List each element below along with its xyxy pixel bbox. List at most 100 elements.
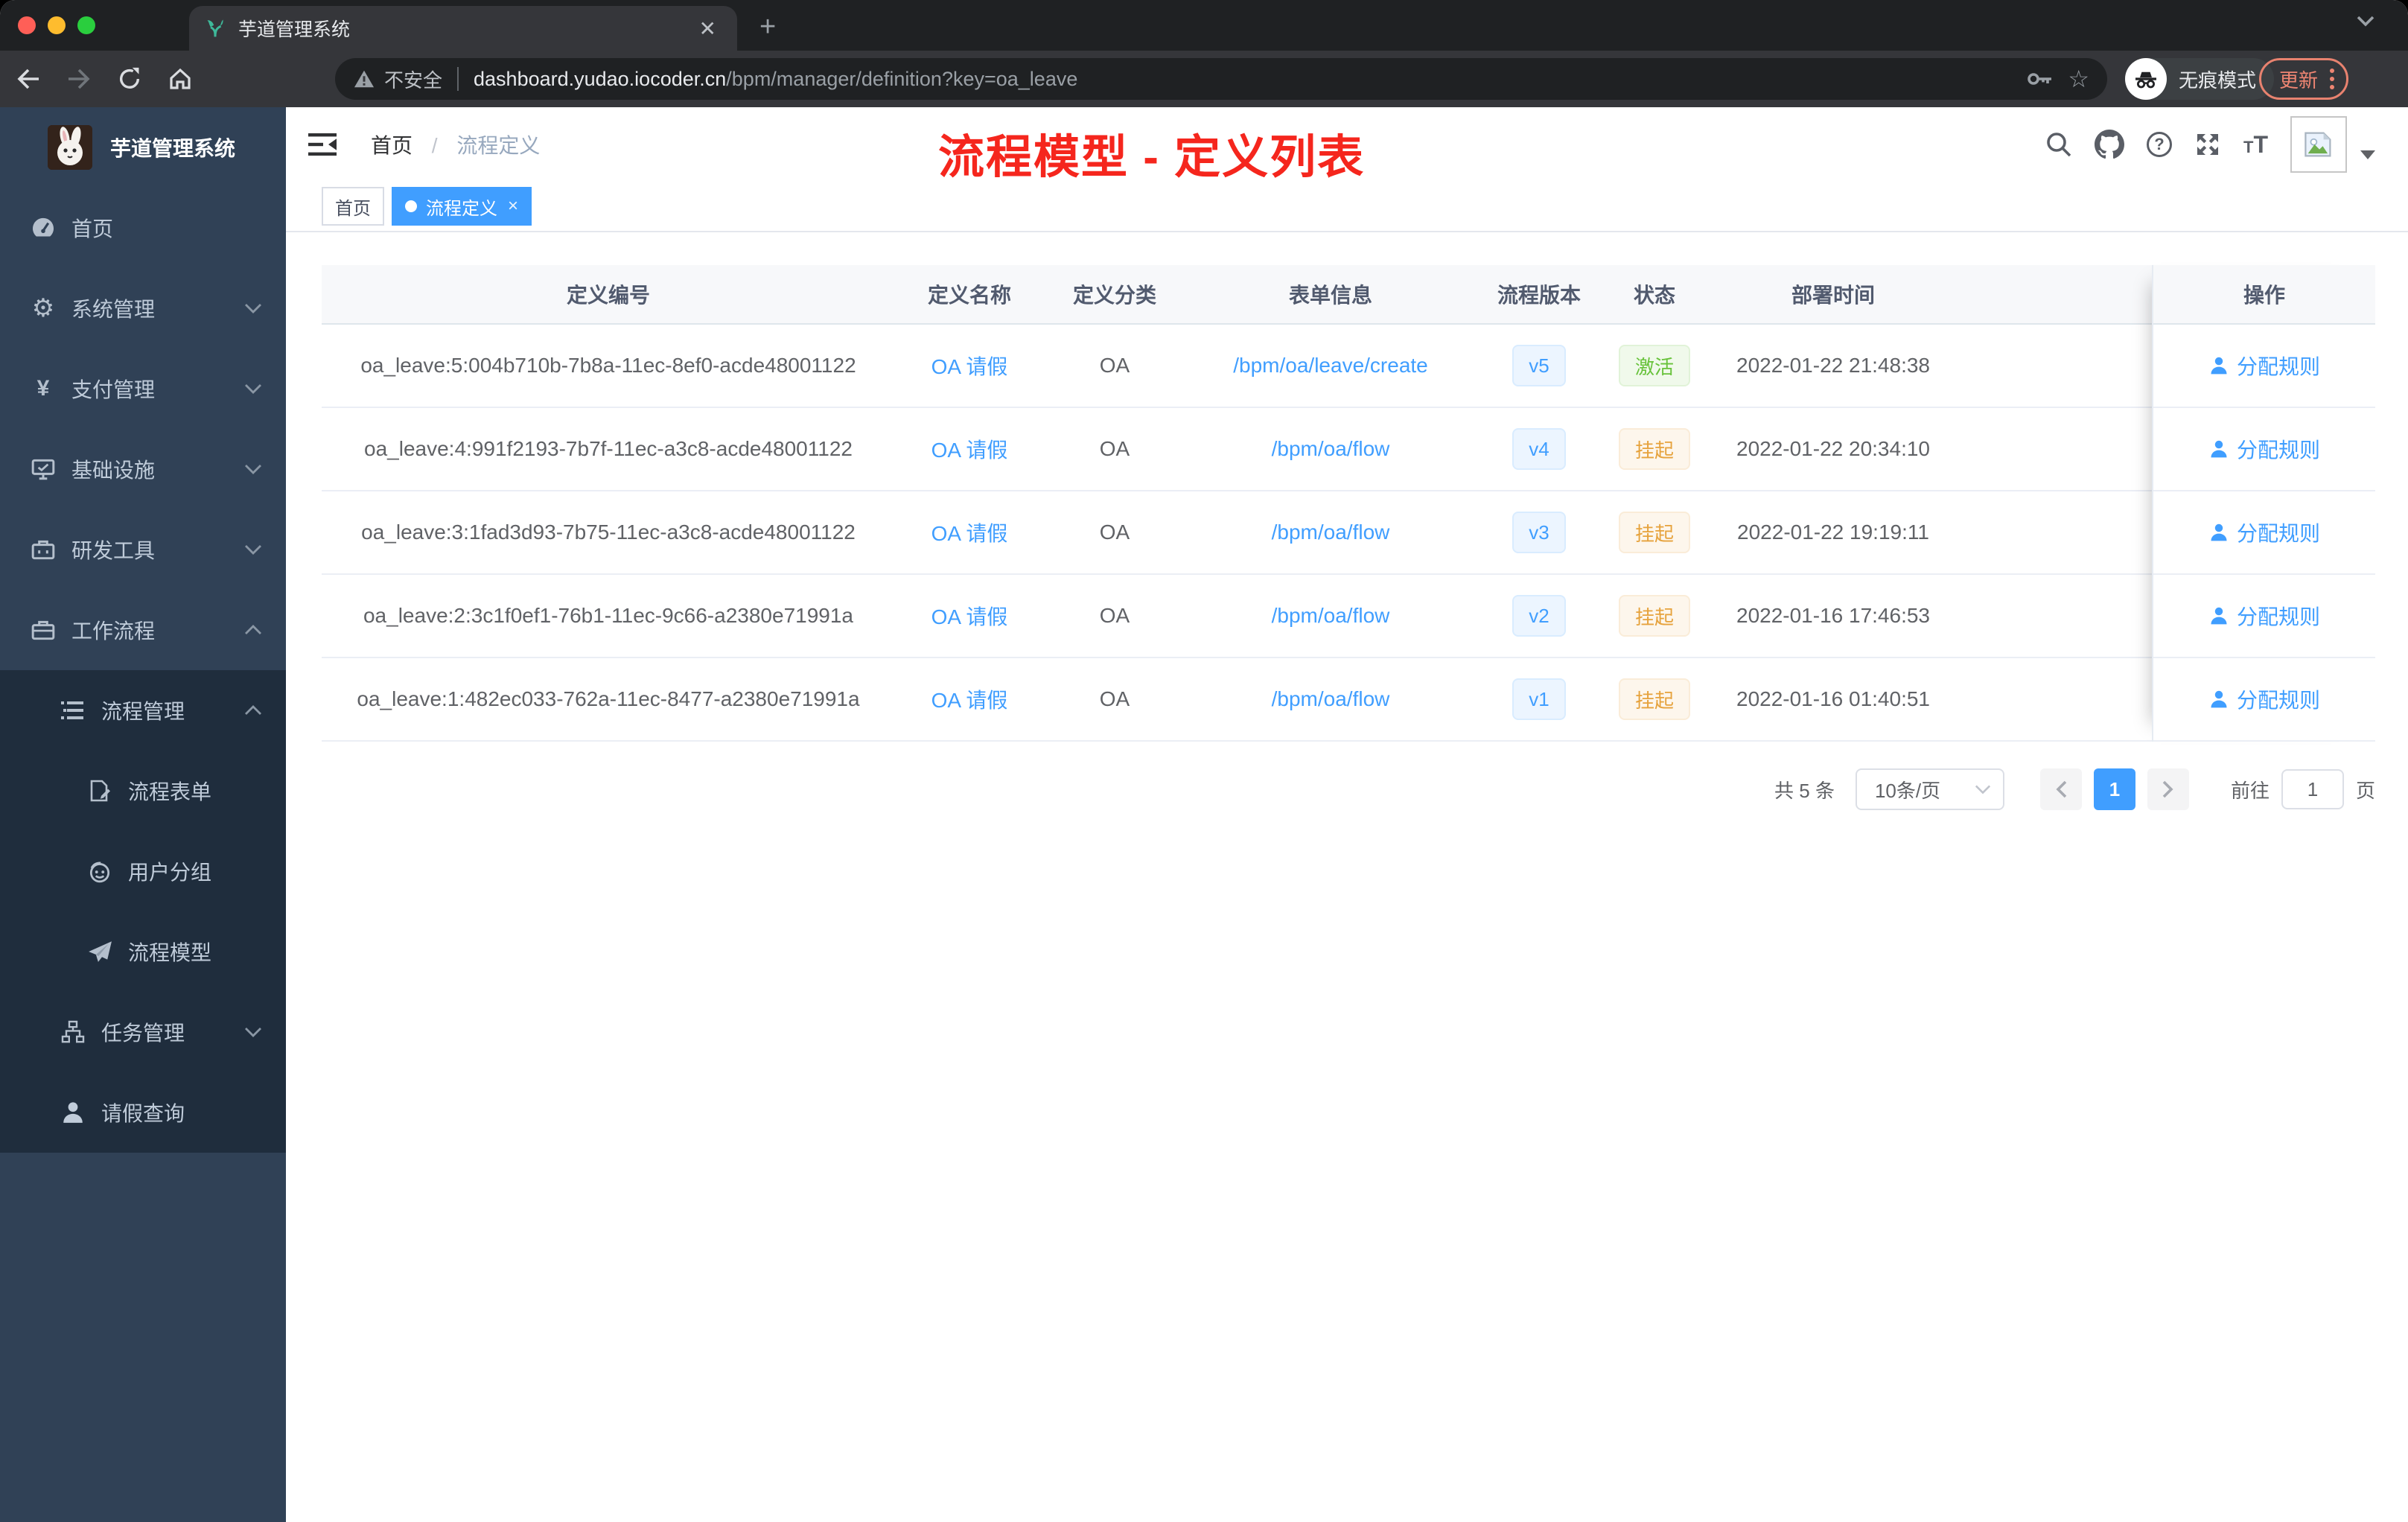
tag-close-icon[interactable]: × xyxy=(508,196,518,217)
assign-rule-button[interactable]: 分配规则 xyxy=(2208,601,2320,631)
page-size-select[interactable]: 10条/页 xyxy=(1855,768,2004,810)
form-link[interactable]: /bpm/oa/flow xyxy=(1272,687,1390,711)
gear-icon: ⚙ xyxy=(31,294,55,322)
col-header-id: 定义编号 xyxy=(566,284,650,307)
active-dot xyxy=(405,200,417,212)
definition-id: oa_leave:1:482ec033-762a-11ec-8477-a2380… xyxy=(357,687,860,710)
zoom-window-button[interactable] xyxy=(77,16,95,34)
sidebar-item-leave-query[interactable]: 请假查询 xyxy=(0,1072,286,1153)
assign-rule-button[interactable]: 分配规则 xyxy=(2208,434,2320,464)
sidebar-item-payment[interactable]: ¥ 支付管理 xyxy=(0,348,286,429)
sidebar-item-infrastructure[interactable]: 基础设施 xyxy=(0,429,286,509)
form-link[interactable]: /bpm/oa/flow xyxy=(1272,520,1390,544)
browser-toolbar: 不安全 dashboard.yudao.iocoder.cn/bpm/manag… xyxy=(0,51,2408,107)
form-link[interactable]: /bpm/oa/leave/create xyxy=(1233,354,1428,378)
prev-page-button[interactable] xyxy=(2039,768,2082,810)
tab-search-chevron-icon[interactable] xyxy=(2356,15,2375,27)
home-icon[interactable] xyxy=(158,57,203,101)
fullscreen-icon[interactable] xyxy=(2194,131,2221,158)
new-tab-button[interactable]: + xyxy=(759,12,776,42)
assign-rule-label: 分配规则 xyxy=(2236,605,2320,628)
next-page-button[interactable] xyxy=(2147,768,2189,810)
browser-update-button[interactable]: 更新 xyxy=(2259,58,2349,100)
update-label: 更新 xyxy=(2279,69,2319,92)
incognito-badge: 无痕模式 xyxy=(2125,58,2275,100)
url-bar[interactable]: 不安全 dashboard.yudao.iocoder.cn/bpm/manag… xyxy=(335,58,2107,100)
definition-name-link[interactable]: OA 请假 xyxy=(931,518,1008,547)
version-badge: v4 xyxy=(1512,428,1566,470)
assign-rule-button[interactable]: 分配规则 xyxy=(2208,684,2320,714)
definition-name-link[interactable]: OA 请假 xyxy=(931,601,1008,631)
version-badge: v2 xyxy=(1512,595,1566,637)
help-icon[interactable]: ? xyxy=(2147,132,2172,157)
browser-tab[interactable]: 芋道管理系统 ✕ xyxy=(189,6,737,51)
github-icon[interactable] xyxy=(2095,130,2124,159)
font-size-icon[interactable]: TT xyxy=(2243,131,2268,159)
assign-rule-button[interactable]: 分配规则 xyxy=(2208,351,2320,380)
user-icon xyxy=(2211,523,2227,541)
assign-rule-label: 分配规则 xyxy=(2236,355,2320,378)
key-icon[interactable] xyxy=(2026,70,2053,88)
chevron-down-icon xyxy=(244,383,262,394)
table-row: oa_leave:5:004b710b-7b8a-11ec-8ef0-acde4… xyxy=(322,325,2152,408)
page-number-button[interactable]: 1 xyxy=(2093,768,2135,810)
back-icon[interactable] xyxy=(6,57,51,101)
user-icon xyxy=(2211,440,2227,458)
sidebar-item-task-management[interactable]: 任务管理 xyxy=(0,992,286,1072)
tag-home[interactable]: 首页 xyxy=(322,187,384,226)
sidebar-item-user-group[interactable]: 用户分组 xyxy=(0,831,286,911)
app-logo[interactable]: 芋道管理系统 xyxy=(0,107,286,188)
window-controls xyxy=(18,16,95,34)
sidebar-item-process-management[interactable]: 流程管理 xyxy=(0,670,286,751)
bookmark-star-icon[interactable]: ☆ xyxy=(2068,65,2089,93)
assign-rule-button[interactable]: 分配规则 xyxy=(2208,518,2320,547)
user-icon xyxy=(2211,607,2227,625)
breadcrumb-home[interactable]: 首页 xyxy=(371,134,413,157)
sidebar-item-process-model[interactable]: 流程模型 xyxy=(0,911,286,992)
security-label[interactable]: 不安全 xyxy=(384,66,442,93)
table-header-row: 定义编号 定义名称 定义分类 表单信息 流程版本 状态 部署时间 xyxy=(322,265,2152,325)
list-icon xyxy=(60,700,86,721)
table-row: oa_leave:2:3c1f0ef1-76b1-11ec-9c66-a2380… xyxy=(322,575,2152,658)
chevron-up-icon xyxy=(244,705,262,716)
tag-process-definition[interactable]: 流程定义 × xyxy=(392,187,532,226)
sidebar-item-system[interactable]: ⚙ 系统管理 xyxy=(0,268,286,348)
page-unit-label: 页 xyxy=(2355,779,2375,802)
forward-icon[interactable] xyxy=(57,57,101,101)
form-link[interactable]: /bpm/oa/flow xyxy=(1272,437,1390,461)
definition-name-link[interactable]: OA 请假 xyxy=(931,351,1008,380)
sidebar-item-label: 支付管理 xyxy=(71,378,156,401)
fixed-action-column: 操作 分配规则 分配规则 分配规则 分配规则 分配规则 xyxy=(2152,265,2375,742)
reload-icon[interactable] xyxy=(107,57,152,101)
minimize-window-button[interactable] xyxy=(48,16,66,34)
sidebar-item-label: 首页 xyxy=(71,217,114,241)
goto-label: 前往 xyxy=(2230,779,2270,802)
sidebar-item-label: 系统管理 xyxy=(71,298,156,321)
version-badge: v1 xyxy=(1512,678,1566,720)
chevron-up-icon xyxy=(244,625,262,635)
briefcase-icon xyxy=(30,617,57,643)
goto-page-input[interactable] xyxy=(2281,769,2344,809)
form-link[interactable]: /bpm/oa/flow xyxy=(1272,604,1390,628)
tab-close-icon[interactable]: ✕ xyxy=(693,16,722,41)
sidebar-item-process-form[interactable]: 流程表单 xyxy=(0,751,286,831)
url-text[interactable]: dashboard.yudao.iocoder.cn/bpm/manager/d… xyxy=(474,68,2011,91)
url-path: /bpm/manager/definition?key=oa_leave xyxy=(726,67,1078,90)
avatar[interactable] xyxy=(2290,116,2347,173)
definition-name-link[interactable]: OA 请假 xyxy=(931,434,1008,464)
status-badge: 激活 xyxy=(1618,345,1690,386)
close-window-button[interactable] xyxy=(18,16,36,34)
definition-category: OA xyxy=(1099,604,1130,627)
sidebar-collapse-icon[interactable] xyxy=(308,133,337,156)
search-icon[interactable] xyxy=(2045,131,2072,158)
sidebar: 芋道管理系统 首页 ⚙ 系统管理 ¥ 支付管理 基础设施 研发工具 工作流程 流… xyxy=(0,107,286,1522)
sidebar-item-workflow[interactable]: 工作流程 xyxy=(0,590,286,670)
url-divider xyxy=(457,67,459,91)
sidebar-item-dev-tools[interactable]: 研发工具 xyxy=(0,509,286,590)
sidebar-item-label: 基础设施 xyxy=(71,459,156,482)
sidebar-item-home[interactable]: 首页 xyxy=(0,188,286,268)
definition-name-link[interactable]: OA 请假 xyxy=(931,684,1008,714)
avatar-caret-icon[interactable] xyxy=(2360,150,2375,159)
definition-category: OA xyxy=(1099,354,1130,377)
browser-menu-icon[interactable] xyxy=(2330,69,2335,89)
